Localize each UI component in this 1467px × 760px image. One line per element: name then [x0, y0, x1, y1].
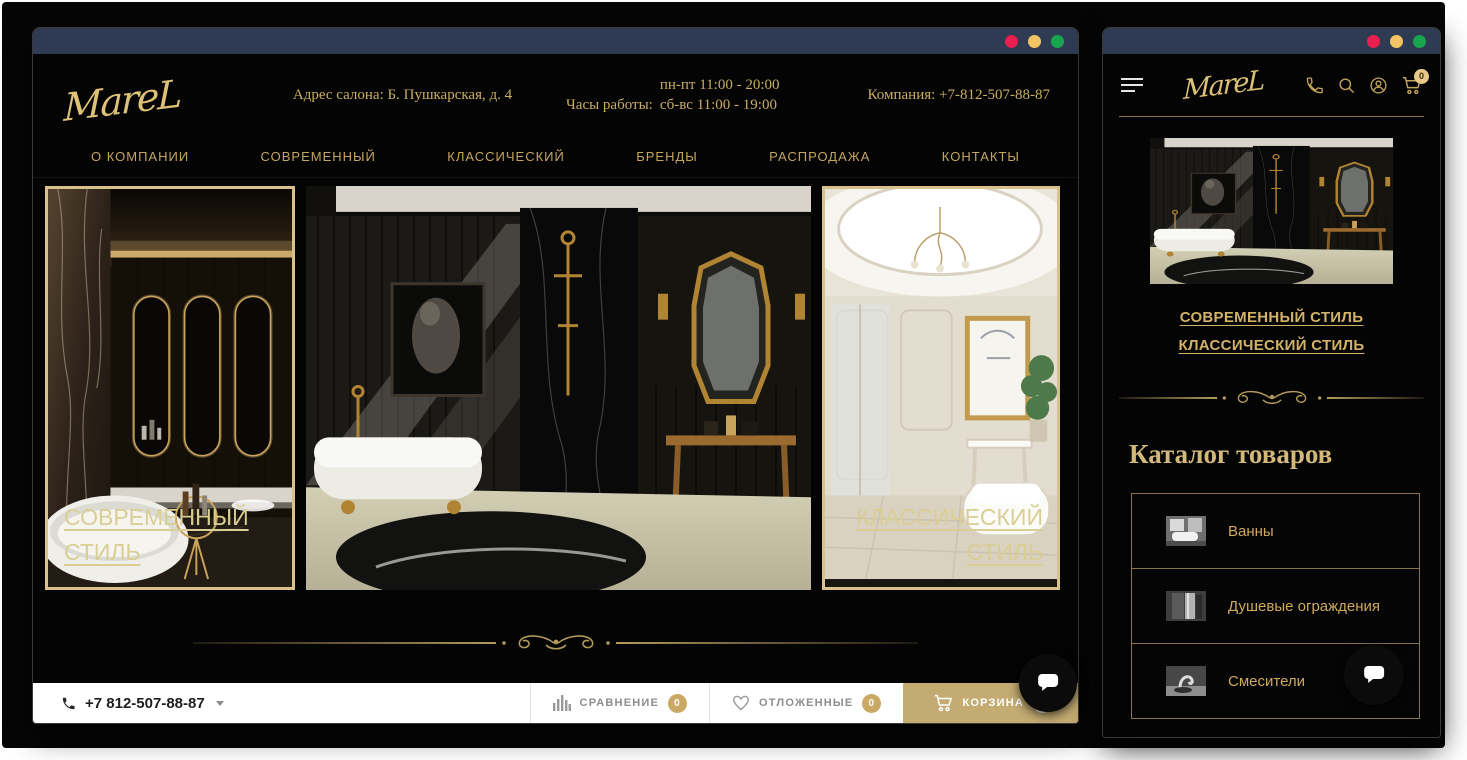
hamburger-menu-icon[interactable]: [1121, 78, 1143, 92]
flourish-ornament-icon: [496, 632, 616, 654]
compare-bars-icon: [553, 695, 571, 711]
minimize-window-dot[interactable]: [1028, 35, 1041, 48]
header-divider-line: [1119, 116, 1424, 117]
catalog-item-label: Душевые ограждения: [1228, 598, 1380, 615]
wishlist-button[interactable]: ОТЛОЖЕННЫЕ 0: [709, 683, 903, 723]
divider-line-left: [193, 642, 496, 644]
luxury-bathroom-image: [1150, 138, 1393, 284]
footer-phone[interactable]: +7 812-507-88-87: [33, 683, 252, 723]
account-icon[interactable]: [1369, 76, 1388, 95]
close-window-dot[interactable]: [1367, 35, 1380, 48]
maximize-window-dot[interactable]: [1413, 35, 1426, 48]
modern-style-link[interactable]: СОВРЕМЕННЫЙ СТИЛЬ: [64, 500, 264, 571]
compare-label: СРАВНЕНИЕ: [580, 697, 659, 709]
mobile-cart-count-badge: 0: [1414, 69, 1429, 84]
compare-count-badge: 0: [668, 694, 687, 713]
baths-thumbnail: [1166, 516, 1206, 546]
wishlist-label: ОТЛОЖЕННЫЕ: [759, 697, 853, 709]
catalog-item-label: Ванны: [1228, 523, 1274, 540]
mobile-header-icons: 0: [1305, 76, 1422, 95]
wishlist-count-badge: 0: [862, 694, 881, 713]
footer-phone-number: +7 812-507-88-87: [85, 695, 205, 712]
desktop-browser-window: MareL Адрес салона: Б. Пушкарская, д. 4 …: [33, 28, 1078, 723]
hero-slide[interactable]: [306, 186, 811, 590]
mobile-hero-image[interactable]: [1150, 138, 1393, 284]
maximize-window-dot[interactable]: [1051, 35, 1064, 48]
hours-weekend: сб-вс 11:00 - 19:00: [660, 97, 780, 114]
catalog-item-label: Смесители: [1228, 673, 1305, 690]
showers-thumbnail: [1166, 591, 1206, 621]
nav-item-brands[interactable]: БРЕНДЫ: [636, 149, 698, 164]
classic-style-card[interactable]: КЛАССИЧЕСКИЙ СТИЛЬ: [822, 186, 1060, 590]
nav-item-about[interactable]: О КОМПАНИИ: [91, 149, 189, 164]
search-icon[interactable]: [1337, 76, 1356, 95]
ornamental-divider: [1119, 387, 1424, 409]
salon-address: Адрес салона: Б. Пушкарская, д. 4: [273, 87, 532, 104]
hours-label: Часы работы:: [566, 97, 653, 114]
minimize-window-dot[interactable]: [1390, 35, 1403, 48]
ornamental-divider: [193, 632, 918, 654]
brand-logo[interactable]: MareL: [63, 60, 272, 130]
catalog-item-baths[interactable]: Ванны: [1131, 493, 1420, 569]
flourish-ornament-icon: [1217, 387, 1327, 409]
main-nav: О КОМПАНИИ СОВРЕМЕННЫЙ КЛАССИЧЕСКИЙ БРЕН…: [33, 136, 1078, 178]
compare-button[interactable]: СРАВНЕНИЕ 0: [530, 683, 709, 723]
divider-line-right: [1327, 397, 1425, 399]
company-phone: Компания: +7-812-507-88-87: [814, 87, 1054, 104]
screenshot-stage: MareL Адрес салона: Б. Пушкарская, д. 4 …: [0, 0, 1467, 760]
catalog-item-showers[interactable]: Душевые ограждения: [1131, 568, 1420, 644]
chat-widget-button[interactable]: [1344, 645, 1404, 705]
divider-line-left: [1119, 397, 1217, 399]
chat-widget-button[interactable]: [1019, 654, 1077, 712]
classic-style-link[interactable]: КЛАССИЧЕСКИЙ СТИЛЬ: [1103, 337, 1440, 354]
phone-icon[interactable]: [1305, 76, 1324, 95]
footer-spacer: [252, 683, 530, 723]
nav-item-modern[interactable]: СОВРЕМЕННЫЙ: [261, 149, 376, 164]
chat-bubble-icon: [1361, 662, 1387, 688]
cart-icon: [933, 694, 953, 712]
phone-icon: [61, 696, 76, 711]
modern-style-card[interactable]: СОВРЕМЕННЫЙ СТИЛЬ: [45, 186, 295, 590]
desktop-page: MareL Адрес салона: Б. Пушкарская, д. 4 …: [33, 54, 1078, 723]
site-header: MareL Адрес салона: Б. Пушкарская, д. 4 …: [33, 54, 1078, 136]
luxury-bathroom-image: [306, 186, 811, 590]
brand-logo[interactable]: MareL: [1183, 64, 1264, 105]
modern-style-link[interactable]: СОВРЕМЕННЫЙ СТИЛЬ: [1103, 309, 1440, 326]
close-window-dot[interactable]: [1005, 35, 1018, 48]
nav-item-sale[interactable]: РАСПРОДАЖА: [769, 149, 870, 164]
mobile-titlebar[interactable]: [1103, 28, 1440, 54]
mobile-page: MareL: [1103, 54, 1440, 737]
working-hours: Часы работы: пн-пт 11:00 - 20:00 сб-вс 1…: [532, 77, 814, 114]
mobile-browser-window: MareL: [1103, 28, 1440, 737]
heart-icon: [732, 695, 750, 711]
cart-label: КОРЗИНА: [962, 697, 1024, 709]
divider-line-right: [616, 642, 919, 644]
catalog-title: Каталог товаров: [1129, 439, 1440, 470]
nav-item-classic[interactable]: КЛАССИЧЕСКИЙ: [447, 149, 565, 164]
style-slider: СОВРЕМЕННЫЙ СТИЛЬ КЛАССИЧЕСКИЙ СТИЛЬ: [45, 186, 1060, 590]
hours-weekdays: пн-пт 11:00 - 20:00: [660, 77, 780, 94]
chat-bubble-icon: [1035, 670, 1061, 696]
style-links: СОВРЕМЕННЫЙ СТИЛЬ КЛАССИЧЕСКИЙ СТИЛЬ: [1103, 298, 1440, 365]
mobile-header: MareL: [1103, 54, 1440, 116]
desktop-titlebar[interactable]: [33, 28, 1078, 54]
phone-dropdown-caret[interactable]: [216, 701, 224, 706]
nav-item-contacts[interactable]: КОНТАКТЫ: [942, 149, 1020, 164]
classic-style-link[interactable]: КЛАССИЧЕСКИЙ СТИЛЬ: [853, 500, 1043, 571]
sticky-bottom-bar: +7 812-507-88-87 СРАВНЕНИЕ 0 ОТ: [33, 683, 1078, 723]
cart-icon[interactable]: 0: [1401, 76, 1422, 95]
faucets-thumbnail: [1166, 666, 1206, 696]
